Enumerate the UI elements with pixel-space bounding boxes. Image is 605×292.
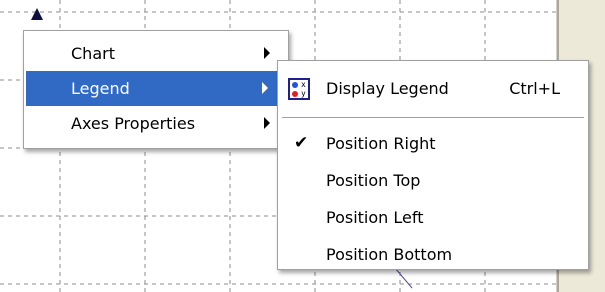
submenu-arrow-icon [264,117,270,129]
menu-item-position-bottom[interactable]: Position Bottom [278,236,588,273]
menu-item-label: Axes Properties [71,114,196,133]
legend-submenu: xy Display Legend Ctrl+L ✔ Position Righ… [277,60,589,270]
menu-item-label: Position Right [326,134,436,153]
menu-item-label: Display Legend [326,79,449,98]
menu-item-label: Legend [71,79,130,98]
shortcut-label: Ctrl+L [509,79,560,98]
checkmark-icon: ✔ [294,133,309,153]
menu-item-position-left[interactable]: Position Left [278,199,588,236]
menu-separator [282,117,584,118]
menu-item-label: Position Left [326,208,424,227]
submenu-arrow-icon [262,82,268,94]
submenu-arrow-icon [264,47,270,59]
context-menu: Chart Legend Axes Properties [23,30,289,149]
menu-item-axes-properties[interactable]: Axes Properties [24,106,288,141]
menu-item-position-right[interactable]: ✔ Position Right [278,125,588,162]
menu-item-legend[interactable]: Legend [26,71,286,106]
menu-item-label: Position Top [326,171,421,190]
menu-item-label: Chart [71,44,115,63]
menu-item-chart[interactable]: Chart [24,36,288,71]
marker-shape [31,8,43,20]
menu-item-label: Position Bottom [326,245,453,264]
menu-item-display-legend[interactable]: xy Display Legend Ctrl+L [278,67,588,111]
legend-icon: xy [288,78,310,100]
menu-item-position-top[interactable]: Position Top [278,162,588,199]
